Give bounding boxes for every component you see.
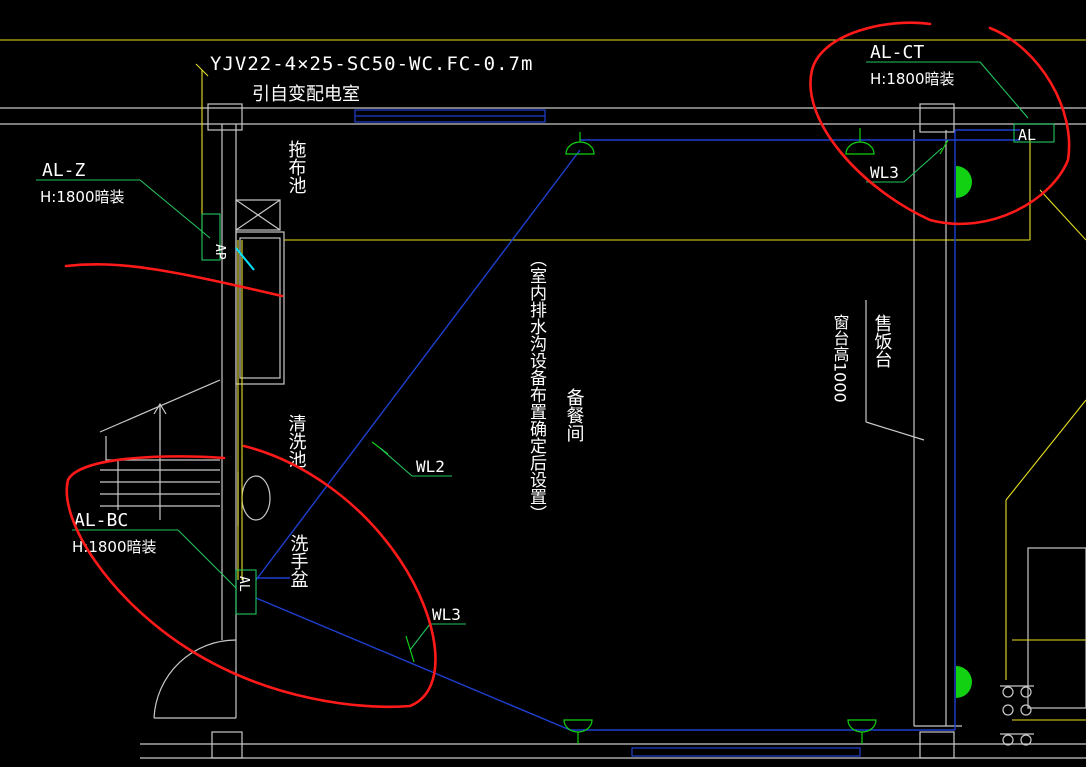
panel-al-ct-code: AL (1018, 126, 1036, 144)
annotation-stroke-ap (64, 263, 284, 298)
up-arrow-icon (153, 402, 167, 440)
room-window-sill: 窗台高1000 (831, 314, 850, 403)
panel-al-ct-mount: H:1800暗装 (870, 70, 955, 88)
cable-note: 引自变配电室 (252, 84, 360, 105)
room-mop-pool: 拖布池 (286, 140, 307, 194)
room-prep-room: 备餐间 (564, 388, 585, 442)
room-hand-basin: 洗手盆 (288, 534, 309, 588)
cad-floor-plan: YJV22-4×25-SC50-WC.FC-0.7m 引自变配电室 AL-Z H… (0, 21, 1086, 759)
wall-light-icon (956, 166, 972, 198)
labels: YJV22-4×25-SC50-WC.FC-0.7m 引自变配电室 AL-Z H… (40, 42, 1036, 624)
markup-annotations (64, 21, 1071, 709)
circuit-wl3-top: WL3 (870, 163, 899, 182)
wire-ticks (371, 139, 949, 663)
room-counter: 售饭台 (872, 314, 893, 368)
room-wash-pool: 清洗池 (286, 414, 307, 468)
circuit-wl3-bottom: WL3 (432, 605, 461, 624)
circuit-wl2: WL2 (416, 457, 445, 476)
ceiling-light-icon (845, 128, 875, 155)
panel-al-bc-name: AL-BC (74, 510, 128, 531)
ap-connection (235, 247, 255, 271)
ceiling-light-icon (563, 719, 593, 744)
panel-al-z-name: AL-Z (42, 160, 86, 181)
panel-al-bc-code: AL (236, 576, 251, 592)
ceiling-light-icon (847, 719, 877, 744)
panel-al-z-mount: H:1800暗装 (40, 188, 125, 206)
wiring (255, 129, 1020, 731)
wall-light-icon (956, 666, 972, 698)
panel-al-ct-name: AL-CT (870, 42, 924, 63)
room-prep-note: （室内排水沟设备布置确定后设置） (526, 250, 547, 522)
cable-spec: YJV22-4×25-SC50-WC.FC-0.7m (210, 53, 533, 75)
panel-al-z-code: AP (212, 244, 227, 260)
